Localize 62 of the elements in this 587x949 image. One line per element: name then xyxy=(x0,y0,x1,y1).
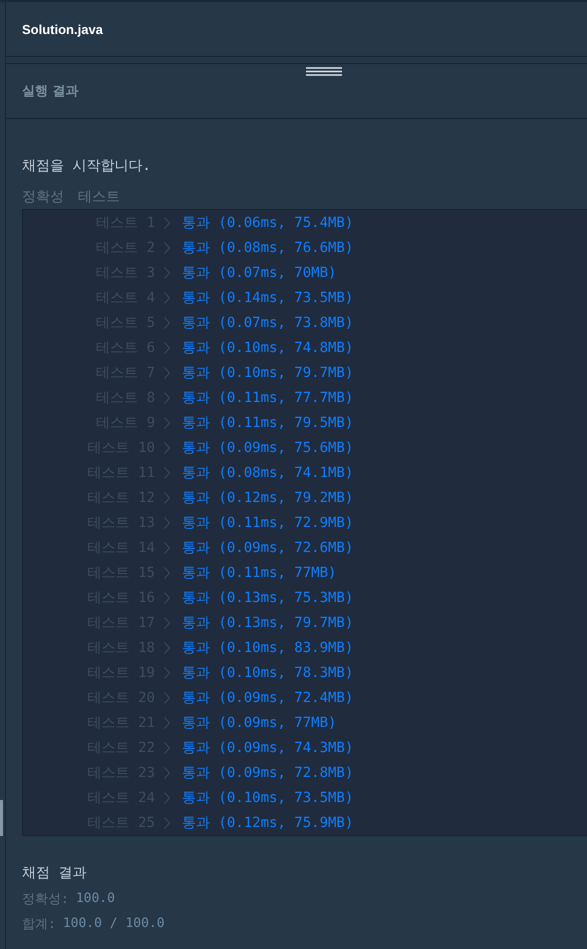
test-result: 통과 (0.13ms, 75.3MB) xyxy=(182,588,354,606)
chevron-icon xyxy=(164,666,170,678)
test-result: 통과 (0.10ms, 74.8MB) xyxy=(182,338,354,356)
summary-value: 100.0 xyxy=(76,891,115,906)
test-result: 통과 (0.08ms, 74.1MB) xyxy=(182,464,354,482)
test-result: 통과 (0.14ms, 73.5MB) xyxy=(182,288,354,306)
test-result: 통과 (0.09ms, 72.8MB) xyxy=(182,764,354,782)
summary-label: 정확성: xyxy=(22,890,69,908)
test-result: 통과 (0.08ms, 76.6MB) xyxy=(182,238,354,256)
chevron-icon xyxy=(164,292,170,304)
chevron-icon xyxy=(164,792,170,804)
chevron-icon xyxy=(164,342,170,354)
test-result: 통과 (0.11ms, 77.7MB) xyxy=(182,388,354,406)
test-result: 통과 (0.10ms, 73.5MB) xyxy=(182,788,354,806)
chevron-icon xyxy=(164,316,170,328)
chevron-icon xyxy=(164,592,170,604)
chevron-icon xyxy=(164,566,170,578)
test-result: 통과 (0.09ms, 74.3MB) xyxy=(182,738,354,756)
section-sublabel: 테스트 xyxy=(78,188,120,206)
test-result: 통과 (0.09ms, 75.6MB) xyxy=(182,438,354,456)
chevron-icon xyxy=(164,742,170,754)
chevron-icon xyxy=(164,242,170,254)
scrollbar-thumb[interactable] xyxy=(0,800,3,836)
chevron-icon xyxy=(164,442,170,454)
test-result: 통과 (0.09ms, 72.6MB) xyxy=(182,538,354,556)
file-title: Solution.java xyxy=(22,22,103,36)
summary-label: 합계: xyxy=(22,916,56,932)
chevron-icon xyxy=(164,392,170,404)
chevron-icon xyxy=(164,266,170,278)
chevron-icon xyxy=(164,216,170,228)
summary-value: 100.0 / 100.0 xyxy=(62,916,165,931)
chevron-icon xyxy=(164,516,170,528)
chevron-icon xyxy=(164,492,170,504)
chevron-icon xyxy=(164,616,170,628)
test-result: 통과 (0.09ms, 77MB) xyxy=(182,714,336,732)
summary-title: 채점 결과 xyxy=(22,864,88,883)
chevron-icon xyxy=(164,816,170,828)
chevron-icon xyxy=(164,366,170,378)
test-result: 통과 (0.10ms, 83.9MB) xyxy=(182,638,354,656)
chevron-icon xyxy=(164,642,170,654)
test-result: 통과 (0.11ms, 79.5MB) xyxy=(182,414,354,432)
chevron-icon xyxy=(164,466,170,478)
test-result: 통과 (0.10ms, 79.7MB) xyxy=(182,364,354,382)
test-result: 통과 (0.12ms, 79.2MB) xyxy=(182,488,354,506)
test-result: 통과 (0.09ms, 72.4MB) xyxy=(182,688,354,706)
resize-handle-icon[interactable] xyxy=(306,67,342,76)
test-result: 통과 (0.12ms, 75.9MB) xyxy=(182,814,354,832)
grading-start-message: 채점을 시작합니다. xyxy=(22,157,152,176)
test-result: 통과 (0.07ms, 70MB) xyxy=(182,264,336,282)
chevron-icon xyxy=(164,692,170,704)
test-result: 통과 (0.13ms, 79.7MB) xyxy=(182,614,354,632)
test-result: 통과 (0.11ms, 77MB) xyxy=(182,564,336,582)
test-result: 통과 (0.07ms, 73.8MB) xyxy=(182,314,354,332)
chevron-icon xyxy=(164,716,170,728)
section-label: 정확성 xyxy=(22,188,64,206)
test-result: 통과 (0.10ms, 78.3MB) xyxy=(182,664,354,682)
chevron-icon xyxy=(164,416,170,428)
chevron-icon xyxy=(164,542,170,554)
chevron-icon xyxy=(164,766,170,778)
test-result: 통과 (0.11ms, 72.9MB) xyxy=(182,514,354,532)
panel-title: 실행 결과 xyxy=(22,83,79,100)
test-result: 통과 (0.06ms, 75.4MB) xyxy=(182,214,354,232)
